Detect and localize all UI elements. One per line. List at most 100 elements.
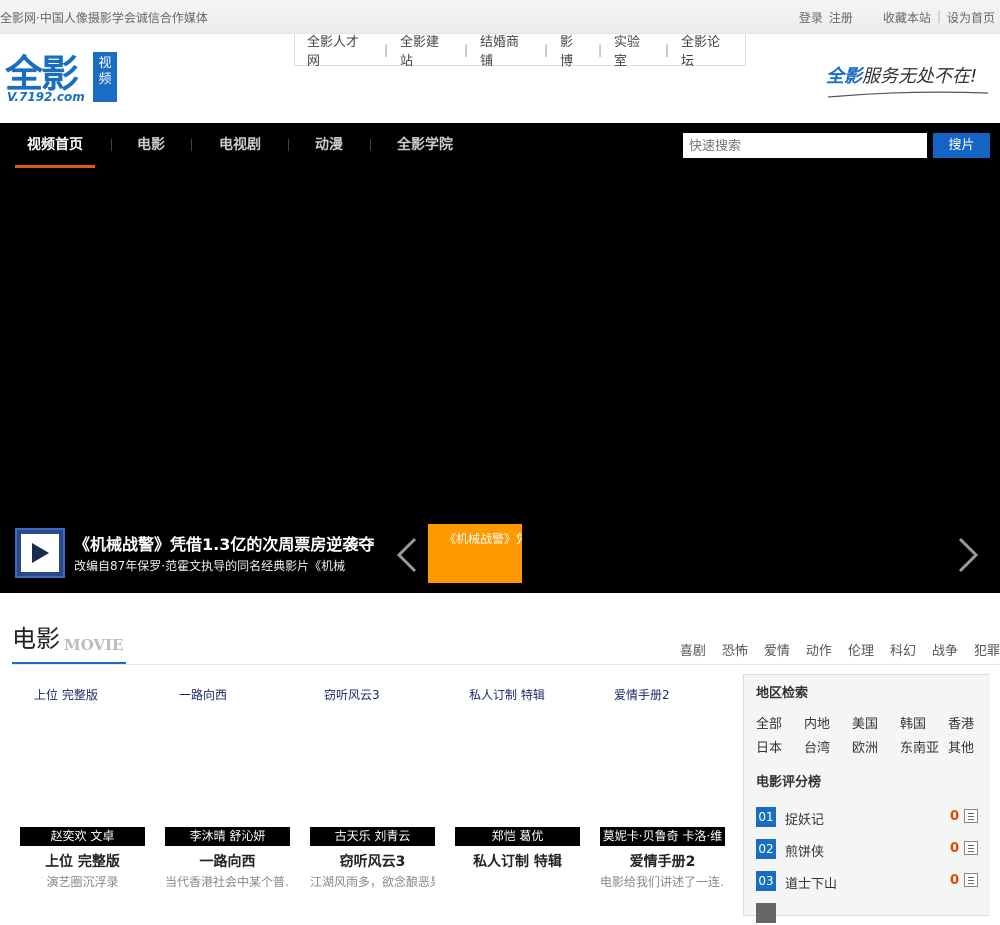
site-nav-blog[interactable]: 影博	[548, 31, 598, 69]
list-icon[interactable]	[964, 873, 978, 887]
card-description: 江湖风雨多，欲念酿恶果	[310, 875, 435, 889]
card-title[interactable]: 窃听风云3	[310, 851, 435, 871]
rank-score: 0	[950, 809, 960, 824]
card-top-label[interactable]: 爱情手册2	[614, 686, 670, 703]
region-mainland[interactable]: 内地	[804, 713, 830, 732]
logo-domain: V.7192.com	[7, 90, 85, 104]
set-homepage-link[interactable]: 设为首页	[947, 9, 995, 26]
list-icon[interactable]	[964, 841, 978, 855]
sidebar: 地区检索 全部 内地 美国 韩国 香港 日本 台湾 欧洲 东南亚 其他 电影评分…	[743, 674, 990, 923]
card-cast: 李沐晴 舒沁妍	[165, 827, 290, 846]
genre-horror[interactable]: 恐怖	[722, 640, 748, 659]
region-japan[interactable]: 日本	[756, 737, 782, 756]
movie-poster[interactable]	[455, 710, 580, 840]
site-logo[interactable]: 全影 V.7192.com 视频	[5, 52, 117, 106]
region-taiwan[interactable]: 台湾	[804, 737, 830, 756]
rank-title[interactable]: 煎饼侠	[785, 841, 824, 860]
search-input[interactable]	[683, 133, 927, 158]
card-cast: 莫妮卡·贝鲁奇 卡洛·维	[600, 827, 725, 846]
section-title-cn: 电影	[12, 625, 60, 653]
nav-anime[interactable]: 动漫	[315, 123, 343, 168]
divider	[191, 139, 192, 151]
divider	[288, 139, 289, 151]
slogan-underline	[827, 91, 989, 98]
rank-title[interactable]: 捉妖记	[785, 809, 824, 828]
movie-poster[interactable]	[600, 710, 725, 840]
region-hongkong[interactable]: 香港	[948, 713, 974, 732]
region-usa[interactable]: 美国	[852, 713, 878, 732]
card-top-label[interactable]: 上位 完整版	[34, 686, 98, 703]
rank-number: 01	[756, 807, 776, 827]
movie-poster[interactable]	[165, 710, 290, 840]
search-button[interactable]: 搜片	[933, 133, 990, 158]
top-links: 登录 注册 收藏本站 | 设为首页	[799, 9, 995, 26]
register-link[interactable]: 注册	[829, 9, 853, 26]
card-title[interactable]: 私人订制 特辑	[455, 851, 580, 871]
card-top-label[interactable]: 一路向西	[179, 686, 227, 703]
genre-romance[interactable]: 爱情	[764, 640, 790, 659]
card-top-label[interactable]: 窃听风云3	[324, 686, 380, 703]
site-nav-build[interactable]: 全影建站	[388, 31, 464, 69]
card-title[interactable]: 爱情手册2	[600, 851, 725, 871]
genre-action[interactable]: 动作	[806, 640, 832, 659]
genre-war[interactable]: 战争	[932, 640, 958, 659]
site-nav-forum[interactable]: 全影论坛	[669, 31, 745, 69]
region-korea[interactable]: 韩国	[900, 713, 926, 732]
site-tagline: 全影网·中国人像摄影学会诚信合作媒体	[0, 11, 208, 25]
genre-ethics[interactable]: 伦理	[848, 640, 874, 659]
nav-movie[interactable]: 电影	[137, 123, 165, 168]
rating-rank-title: 电影评分榜	[756, 775, 822, 790]
card-description: 当代香港社会中某个普...	[165, 875, 290, 889]
chevron-left-icon[interactable]	[393, 535, 419, 582]
play-button[interactable]	[15, 528, 65, 578]
region-other[interactable]: 其他	[948, 737, 974, 756]
feature-description: 改编自87年保罗·范霍文执导的同名经典影片《机械	[74, 559, 346, 573]
genre-filter: 喜剧 恐怖 爱情 动作 伦理 科幻 战争 犯罪	[664, 640, 1000, 659]
card-cast: 赵奕欢 文卓	[20, 827, 145, 846]
login-link[interactable]: 登录	[799, 9, 823, 26]
section-title: 电影 MOVIE	[12, 622, 126, 664]
nav-academy[interactable]: 全影学院	[397, 123, 453, 168]
card-description: 电影给我们讲述了一连...	[600, 875, 725, 889]
card-top-label[interactable]: 私人订制 特辑	[469, 686, 545, 703]
divider	[111, 139, 112, 151]
rank-title[interactable]: 道士下山	[785, 873, 837, 892]
region-search-title: 地区检索	[756, 686, 809, 701]
carousel-thumbnail-active[interactable]: 《机械战警》凭	[428, 524, 522, 583]
site-nav-lab[interactable]: 实验室	[602, 31, 665, 69]
rank-item[interactable]: 02 煎饼侠 0	[756, 839, 986, 861]
genre-crime[interactable]: 犯罪	[974, 640, 1000, 659]
chevron-right-icon[interactable]	[956, 535, 982, 582]
bookmark-link[interactable]: 收藏本站	[883, 9, 931, 26]
slogan-text: 全影服务无处不在!	[826, 66, 978, 87]
card-title[interactable]: 一路向西	[165, 851, 290, 871]
rank-item[interactable]: 01 捉妖记 0	[756, 807, 986, 829]
logo-badge: 视频	[93, 52, 117, 102]
region-southeast-asia[interactable]: 东南亚	[900, 737, 939, 756]
site-nav: 全影人才网 | 全影建站 | 结婚商铺 | 影博 | 实验室 | 全影论坛	[294, 31, 746, 69]
play-icon	[21, 534, 59, 572]
genre-scifi[interactable]: 科幻	[890, 640, 916, 659]
region-europe[interactable]: 欧洲	[852, 737, 878, 756]
divider: |	[936, 9, 941, 23]
movie-poster[interactable]	[20, 710, 145, 840]
rank-number: 03	[756, 871, 776, 891]
rank-number	[756, 903, 776, 923]
nav-tv[interactable]: 电视剧	[219, 123, 261, 168]
rank-score: 0	[950, 841, 960, 856]
feature-title[interactable]: 《机械战警》凭借1.3亿的次周票房逆袭夺	[74, 531, 374, 555]
rank-item-partial[interactable]	[756, 903, 986, 925]
site-nav-wedding[interactable]: 结婚商铺	[468, 31, 544, 69]
site-nav-talent[interactable]: 全影人才网	[295, 31, 384, 69]
card-description: 演艺圈沉浮录	[46, 875, 119, 889]
top-bar: 全影网·中国人像摄影学会诚信合作媒体 登录 注册 收藏本站 | 设为首页	[0, 0, 1000, 34]
genre-comedy[interactable]: 喜剧	[680, 640, 706, 659]
list-icon[interactable]	[964, 809, 978, 823]
rank-item[interactable]: 03 道士下山 0	[756, 871, 986, 893]
card-title[interactable]: 上位 完整版	[20, 851, 145, 871]
nav-home[interactable]: 视频首页	[15, 123, 95, 168]
region-all[interactable]: 全部	[756, 713, 782, 732]
movie-section-header: 电影 MOVIE 喜剧 恐怖 爱情 动作 伦理 科幻 战争 犯罪	[12, 622, 1000, 665]
divider	[370, 139, 371, 151]
movie-poster[interactable]	[310, 710, 435, 840]
